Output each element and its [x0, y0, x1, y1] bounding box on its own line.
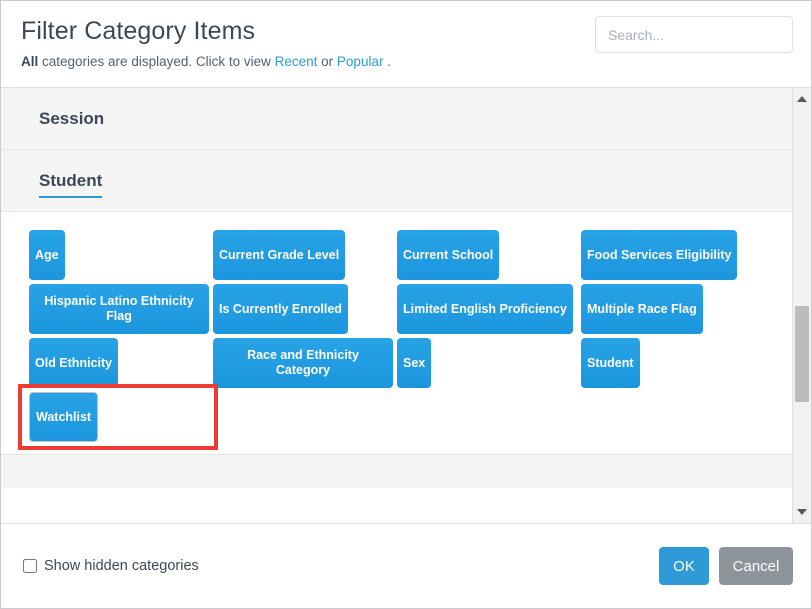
category-cell: Current Grade Level — [213, 230, 393, 280]
category-item-grid: Age Current Grade Level Current School F… — [1, 230, 792, 450]
subtitle-scope-label: All — [21, 54, 39, 69]
vertical-scrollbar[interactable] — [792, 88, 811, 523]
scroll-up-arrow-icon[interactable] — [793, 90, 811, 108]
category-button-limited-english-proficiency[interactable]: Limited English Proficiency — [397, 284, 573, 334]
category-button-current-grade-level[interactable]: Current Grade Level — [213, 230, 346, 280]
category-cell-watchlist: Watchlist — [18, 384, 218, 450]
category-button-age[interactable]: Age — [29, 230, 65, 280]
scroll-down-arrow-icon[interactable] — [793, 503, 811, 521]
panel-title-session: Session — [39, 109, 105, 128]
category-button-hispanic-latino-ethnicity-flag[interactable]: Hispanic Latino Ethnicity Flag — [29, 284, 209, 334]
panel-body-student: Age Current Grade Level Current School F… — [1, 212, 792, 454]
category-cell: Old Ethnicity — [29, 338, 209, 388]
subtitle-text-3: . — [383, 54, 391, 69]
category-button-watchlist[interactable]: Watchlist — [29, 392, 99, 442]
category-cell: Race and Ethnicity Category — [213, 338, 393, 388]
category-button-food-services-eligibility[interactable]: Food Services Eligibility — [581, 230, 738, 280]
category-button-old-ethnicity[interactable]: Old Ethnicity — [29, 338, 119, 388]
category-cell: Current School — [397, 230, 577, 280]
category-button-is-currently-enrolled[interactable]: Is Currently Enrolled — [213, 284, 348, 334]
dialog-header: Filter Category Items All categories are… — [1, 1, 811, 87]
panel-student: Student Age Current Grade Level Current … — [1, 150, 792, 454]
category-cell: Student — [581, 338, 761, 388]
panel-title-student: Student — [39, 167, 103, 198]
show-hidden-categories-label[interactable]: Show hidden categories — [44, 558, 199, 574]
category-cell: Limited English Proficiency — [397, 284, 577, 334]
category-cell: Food Services Eligibility — [581, 230, 761, 280]
panel-header-student[interactable]: Student — [1, 150, 792, 212]
categories-viewport: Session Student Age Current Grade Level … — [1, 88, 792, 523]
cancel-button[interactable]: Cancel — [719, 547, 793, 585]
category-button-current-school[interactable]: Current School — [397, 230, 500, 280]
category-button-multiple-race-flag[interactable]: Multiple Race Flag — [581, 284, 703, 334]
category-cell: Age — [29, 230, 209, 280]
category-cell: Multiple Race Flag — [581, 284, 761, 334]
panel-header-next-partial[interactable] — [1, 454, 792, 488]
search-input[interactable] — [595, 16, 793, 53]
category-cell: Is Currently Enrolled — [213, 284, 393, 334]
filter-category-items-dialog: Filter Category Items All categories are… — [0, 0, 812, 609]
category-button-sex[interactable]: Sex — [397, 338, 432, 388]
category-cell: Hispanic Latino Ethnicity Flag — [29, 284, 209, 334]
scrollbar-thumb[interactable] — [795, 306, 809, 402]
panel-session: Session — [1, 88, 792, 150]
panel-header-session[interactable]: Session — [1, 88, 792, 150]
dialog-scroll-body: Session Student Age Current Grade Level … — [1, 87, 811, 524]
category-button-race-and-ethnicity-category[interactable]: Race and Ethnicity Category — [213, 338, 393, 388]
category-cell: Sex — [397, 338, 577, 388]
show-hidden-categories-checkbox[interactable] — [23, 559, 37, 573]
category-button-student[interactable]: Student — [581, 338, 640, 388]
show-hidden-categories-group: Show hidden categories — [23, 558, 199, 574]
footer-actions: OK Cancel — [659, 547, 793, 585]
header-subtitle: All categories are displayed. Click to v… — [21, 53, 791, 71]
recent-link[interactable]: Recent — [275, 54, 318, 69]
ok-button[interactable]: OK — [659, 547, 709, 585]
subtitle-text-2: or — [317, 54, 337, 69]
subtitle-text-1: categories are displayed. Click to view — [38, 54, 275, 69]
popular-link[interactable]: Popular — [337, 54, 384, 69]
dialog-footer: Show hidden categories OK Cancel — [1, 524, 811, 608]
